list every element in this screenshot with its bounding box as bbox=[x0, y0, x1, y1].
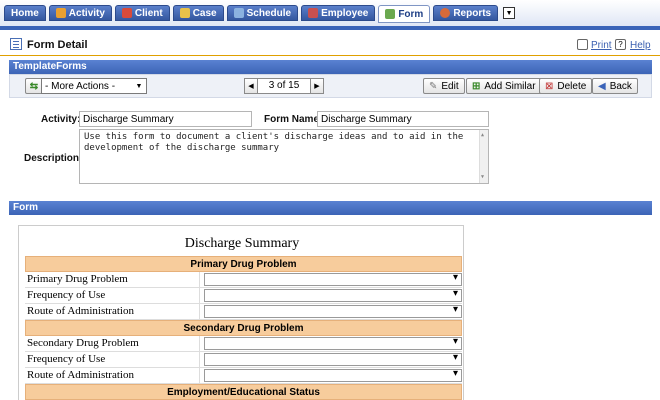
description-textarea[interactable]: Use this form to document a client's dis… bbox=[79, 129, 489, 184]
button-label: Delete bbox=[557, 80, 587, 92]
document-icon bbox=[10, 38, 22, 50]
form-row: Secondary Drug Problem bbox=[25, 336, 462, 352]
edit-button[interactable]: ✎ Edit bbox=[423, 78, 465, 94]
activity-field[interactable]: Discharge Summary bbox=[79, 111, 252, 127]
row-label: Route of Administration bbox=[25, 304, 201, 319]
form-section-bar: Form bbox=[9, 201, 652, 215]
section-header: Primary Drug Problem bbox=[25, 256, 462, 272]
row-select[interactable] bbox=[204, 304, 462, 318]
tab-employee[interactable]: Employee bbox=[301, 5, 376, 21]
print-icon[interactable] bbox=[577, 39, 588, 50]
add-icon: ⊞ bbox=[472, 80, 481, 92]
section-header: Secondary Drug Problem bbox=[25, 320, 462, 336]
template-forms-bar: TemplateForms bbox=[9, 60, 652, 74]
record-toolbar: ⇆ - More Actions - ▼ ◀ 3 of 15 ▶ ✎ Edit … bbox=[9, 74, 652, 98]
row-select[interactable] bbox=[204, 368, 462, 382]
add-similar-button[interactable]: ⊞ Add Similar bbox=[466, 78, 542, 94]
form-row: Frequency of Use bbox=[25, 352, 462, 368]
row-label: Frequency of Use bbox=[25, 352, 201, 367]
arrow-right-icon: ▶ bbox=[314, 83, 320, 90]
more-tabs-dropdown[interactable]: ▼ bbox=[503, 7, 516, 19]
case-icon bbox=[179, 8, 190, 18]
row-select[interactable] bbox=[204, 272, 462, 286]
activity-label: Activity: bbox=[41, 114, 81, 125]
row-select[interactable] bbox=[204, 288, 462, 302]
form-row: Primary Drug Problem bbox=[25, 272, 462, 288]
tab-activity[interactable]: Activity bbox=[48, 5, 112, 21]
row-select[interactable] bbox=[204, 352, 462, 366]
tab-label: Reports bbox=[453, 7, 492, 19]
row-label: Frequency of Use bbox=[25, 288, 201, 303]
button-label: Back bbox=[609, 80, 632, 92]
tab-label: Employee bbox=[321, 7, 369, 19]
description-label: Description: bbox=[24, 153, 83, 164]
section-title: TemplateForms bbox=[13, 61, 87, 72]
form-sheet: Primary Drug Problem Primary Drug Proble… bbox=[25, 256, 462, 400]
back-button[interactable]: ◀ Back bbox=[592, 78, 638, 94]
button-label: Edit bbox=[441, 80, 459, 92]
delete-button[interactable]: ⊠ Delete bbox=[539, 78, 593, 94]
form-row: Route of Administration bbox=[25, 368, 462, 384]
client-icon bbox=[121, 8, 132, 18]
tab-client[interactable]: Client bbox=[114, 5, 170, 21]
tab-schedule[interactable]: Schedule bbox=[226, 5, 299, 21]
record-position: 3 of 15 bbox=[258, 78, 310, 94]
activity-icon bbox=[55, 8, 66, 18]
description-text: Use this form to document a client's dis… bbox=[84, 132, 464, 153]
top-nav-bar: Home Activity Client Case Schedule Emplo… bbox=[0, 0, 660, 30]
tab-label: Form bbox=[398, 8, 424, 20]
tab-label: Activity bbox=[68, 7, 105, 19]
row-label: Route of Administration bbox=[25, 368, 201, 383]
tab-label: Case bbox=[192, 7, 217, 19]
schedule-icon bbox=[233, 8, 244, 18]
scrollbar[interactable] bbox=[479, 130, 488, 183]
tab-form[interactable]: Form bbox=[378, 5, 431, 23]
form-name-label: Form Name: bbox=[264, 114, 323, 125]
form-preview: Discharge Summary Primary Drug Problem P… bbox=[18, 225, 464, 400]
button-label: Add Similar bbox=[484, 80, 536, 92]
section-header: Employment/Educational Status bbox=[25, 384, 462, 400]
help-icon[interactable]: ? bbox=[615, 39, 626, 50]
select-value: - More Actions - bbox=[45, 80, 116, 92]
delete-icon: ⊠ bbox=[545, 80, 554, 92]
pencil-icon: ✎ bbox=[429, 80, 438, 92]
section-title: Form bbox=[13, 202, 38, 213]
more-actions-select[interactable]: - More Actions - ▼ bbox=[41, 78, 147, 94]
employee-icon bbox=[308, 8, 319, 18]
arrow-left-icon: ◀ bbox=[248, 83, 254, 90]
form-icon bbox=[385, 9, 396, 19]
page-title: Form Detail bbox=[27, 39, 88, 51]
form-name-field[interactable]: Discharge Summary bbox=[317, 111, 489, 127]
row-label: Secondary Drug Problem bbox=[25, 336, 201, 351]
reports-icon bbox=[440, 8, 451, 18]
row-select[interactable] bbox=[204, 336, 462, 350]
tab-home[interactable]: Home bbox=[4, 5, 46, 21]
print-link[interactable]: Print bbox=[591, 40, 612, 51]
page-header: Form Detail Print ? Help bbox=[0, 34, 660, 56]
form-row: Route of Administration bbox=[25, 304, 462, 320]
back-arrow-icon: ◀ bbox=[598, 80, 606, 92]
tab-reports[interactable]: Reports bbox=[433, 5, 499, 21]
prev-record-button[interactable]: ◀ bbox=[244, 78, 258, 94]
tab-label: Client bbox=[134, 7, 163, 19]
next-record-button[interactable]: ▶ bbox=[310, 78, 324, 94]
form-title: Discharge Summary bbox=[184, 236, 300, 251]
chevron-down-icon: ▼ bbox=[505, 9, 513, 17]
form-row: Frequency of Use bbox=[25, 288, 462, 304]
row-label: Primary Drug Problem bbox=[25, 272, 201, 287]
chevron-down-icon: ▼ bbox=[135, 82, 143, 90]
tab-case[interactable]: Case bbox=[172, 5, 224, 21]
tab-label: Schedule bbox=[246, 7, 292, 19]
tab-label: Home bbox=[11, 7, 39, 19]
help-link[interactable]: Help bbox=[630, 40, 651, 51]
refresh-icon: ⇆ bbox=[29, 80, 39, 92]
record-pager: ◀ 3 of 15 ▶ bbox=[244, 78, 324, 94]
